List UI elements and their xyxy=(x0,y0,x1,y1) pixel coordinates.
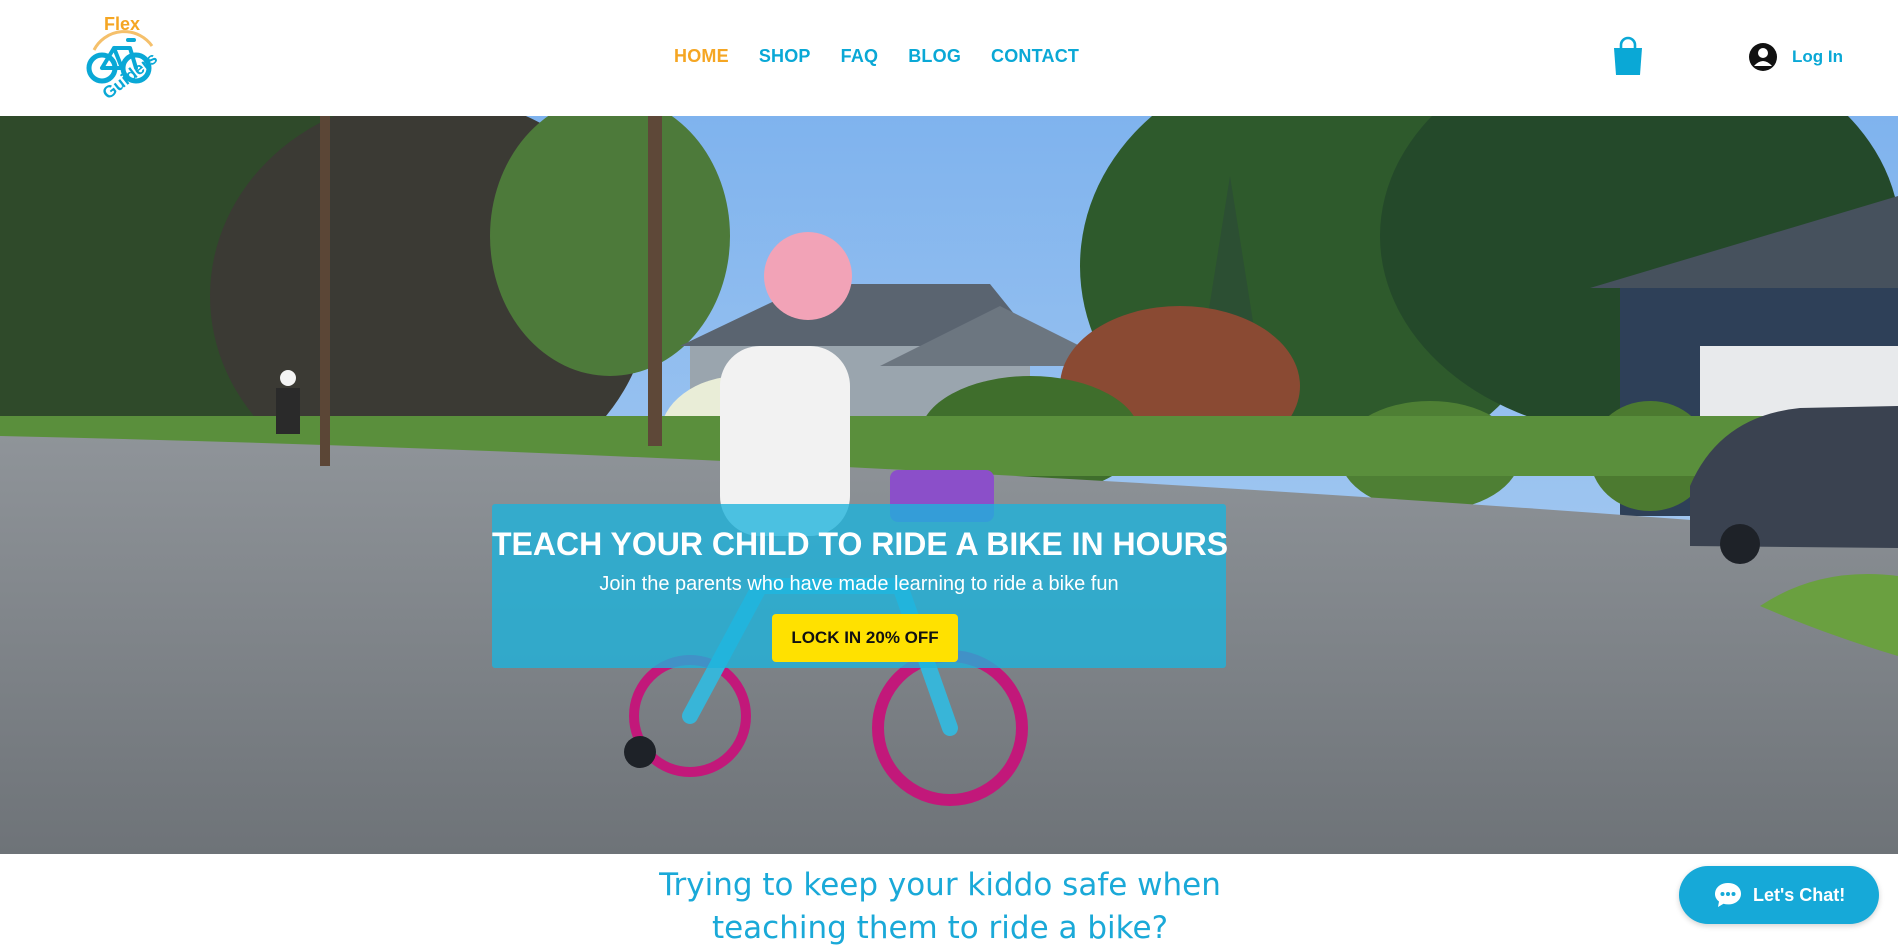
site-header: Flex Guiders HOME SHOP FAQ BLOG CONTACT … xyxy=(0,0,1898,116)
intro-heading: Trying to keep your kiddo safe when teac… xyxy=(640,864,1240,950)
nav-faq[interactable]: FAQ xyxy=(841,46,879,67)
nav-home[interactable]: HOME xyxy=(674,46,729,67)
cart-button[interactable] xyxy=(1612,36,1644,76)
nav-shop[interactable]: SHOP xyxy=(759,46,811,67)
hero-title: TEACH YOUR CHILD TO RIDE A BIKE IN HOURS xyxy=(492,526,1229,562)
hero-subtitle: Join the parents who have made learning … xyxy=(599,573,1119,595)
login-label: Log In xyxy=(1792,47,1843,66)
nav-contact[interactable]: CONTACT xyxy=(991,46,1079,67)
chat-label: Let's Chat! xyxy=(1753,884,1846,905)
shopping-bag-icon xyxy=(1614,36,1642,75)
chat-bubble-icon xyxy=(1715,883,1741,907)
login-button[interactable]: Log In xyxy=(1748,40,1843,74)
main-nav: HOME SHOP FAQ BLOG CONTACT xyxy=(674,38,1109,74)
intro-heading-line2: teaching them to ride a bike? xyxy=(711,910,1169,946)
lock-in-discount-button[interactable]: LOCK IN 20% OFF xyxy=(772,614,958,662)
user-avatar-icon xyxy=(1749,43,1777,71)
flex-guiders-logo[interactable]: Flex Guiders xyxy=(74,10,170,106)
chat-button[interactable]: Let's Chat! xyxy=(1679,866,1879,924)
hero-section: TEACH YOUR CHILD TO RIDE A BIKE IN HOURS… xyxy=(0,116,1898,854)
logo-word-top: Flex xyxy=(104,14,140,34)
nav-blog[interactable]: BLOG xyxy=(908,46,961,67)
hero-overlay: TEACH YOUR CHILD TO RIDE A BIKE IN HOURS… xyxy=(492,504,1229,668)
hero-background-image xyxy=(0,116,1898,854)
logo-graphic: Flex Guiders xyxy=(86,14,161,103)
intro-heading-line1: Trying to keep your kiddo safe when xyxy=(659,867,1221,903)
